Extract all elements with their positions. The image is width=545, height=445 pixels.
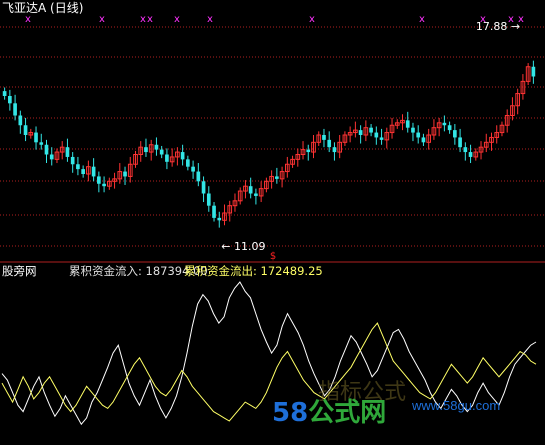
cross-markers: x x x x x x x x x x x$: [25, 14, 524, 262]
high-price-label: 17.88 →: [476, 20, 520, 33]
cross-marker: x: [174, 14, 180, 25]
candle-body-down: [144, 147, 148, 153]
candle-body-down: [442, 122, 447, 126]
candle-body-down: [70, 156, 75, 165]
candle-body-down: [322, 135, 326, 140]
candle-body-down: [327, 139, 332, 148]
candle-body-down: [254, 193, 258, 196]
candle-body-down: [369, 127, 373, 133]
outflow-label: 累积资金流出: 172489.25: [184, 264, 323, 278]
candle-body-down: [275, 176, 279, 179]
candle-body-down: [379, 137, 384, 140]
cross-marker: x: [207, 14, 213, 25]
candle-body-down: [201, 181, 206, 194]
candle-body-down: [76, 164, 80, 170]
candle-body-down: [165, 154, 169, 162]
candle-body-down: [102, 183, 106, 187]
indicator-name: 股旁网: [2, 264, 37, 278]
cross-marker: x: [25, 14, 31, 25]
candle-body-down: [39, 142, 44, 145]
candle-body-down: [44, 144, 49, 155]
candle-body-down: [186, 159, 190, 167]
candle-body-down: [374, 132, 379, 138]
candle-body-down: [248, 186, 253, 194]
watermark-logo: 58公式网: [272, 392, 386, 429]
candle-body-down: [154, 144, 159, 150]
cross-marker: x: [147, 14, 153, 25]
candle-body-down: [405, 120, 410, 128]
candle-body-down: [91, 166, 96, 177]
candle-body-down: [23, 125, 28, 135]
cross-marker: x: [99, 14, 105, 25]
candle-body-down: [97, 176, 101, 184]
cross-marker: x: [309, 14, 315, 25]
candle-body-down: [49, 154, 54, 160]
stock-chart: x x x x x x x x x x x$ 17.88 →← 11.09: [0, 14, 545, 426]
candle-body-down: [34, 132, 38, 143]
candle-body-down: [8, 96, 12, 104]
candle-body-down: [196, 171, 201, 182]
candle-body-down: [18, 115, 23, 126]
candle-body-down: [453, 130, 457, 138]
candle-body-down: [65, 147, 70, 157]
watermark-num: 58: [272, 398, 309, 428]
candle-body-down: [458, 137, 462, 148]
candle-body-down: [180, 152, 185, 160]
candle-body-down: [468, 152, 473, 157]
candle-body-down: [332, 147, 337, 153]
candle-body-down: [421, 137, 426, 143]
candlestick-series: [2, 60, 536, 228]
candle-body-down: [447, 125, 452, 131]
candle-body-down: [212, 205, 216, 218]
price-grid: [0, 26, 545, 247]
candle-body-down: [81, 169, 85, 174]
event-marker: $: [270, 251, 276, 262]
low-price-label: ← 11.09: [221, 240, 265, 253]
cross-marker: x: [140, 14, 146, 25]
candle-body-down: [206, 193, 211, 206]
candle-body-down: [411, 127, 415, 133]
candle-body-down: [358, 130, 363, 135]
candle-body-down: [531, 66, 536, 77]
candle-body-down: [416, 132, 421, 138]
candle-body-down: [463, 147, 468, 153]
candle-body-down: [159, 149, 164, 155]
candle-body-down: [13, 103, 17, 116]
cross-marker: x: [419, 14, 425, 25]
watermark-url: www.58gu.com: [412, 398, 501, 413]
candle-body-down: [306, 149, 311, 153]
candle-body-down: [123, 171, 127, 177]
candle-body-down: [191, 166, 195, 172]
stock-title: 飞亚达A (日线): [2, 1, 84, 15]
watermark-text: 公式网: [308, 398, 387, 428]
price-annotations: 17.88 → ← 11.09: [221, 20, 520, 253]
candle-body-down: [2, 91, 7, 96]
candle-body-down: [217, 217, 222, 221]
